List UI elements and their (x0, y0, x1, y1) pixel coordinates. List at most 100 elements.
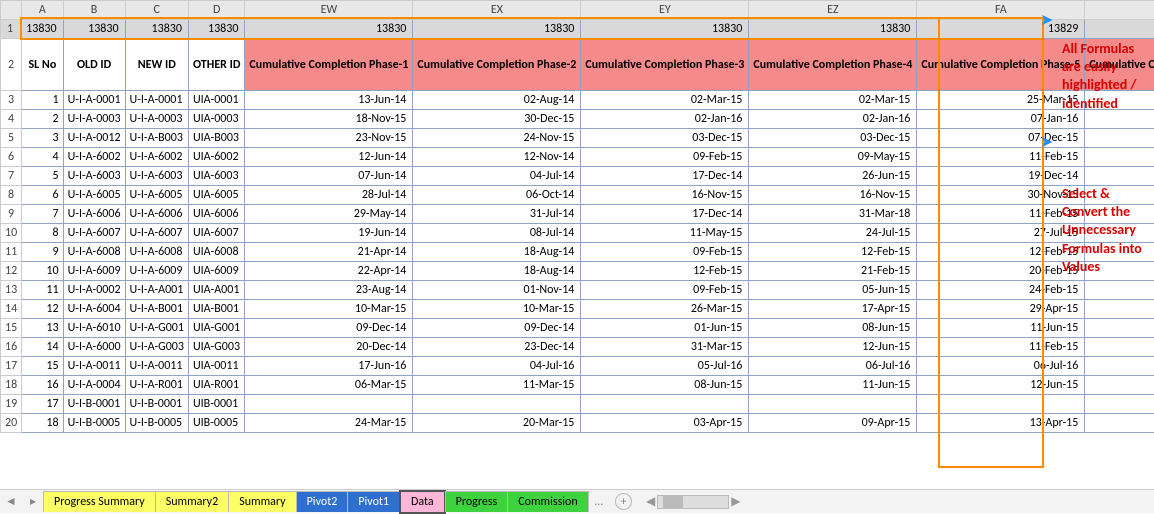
row-header-13[interactable]: 13 (1, 281, 22, 300)
cell-15-EX[interactable]: 09-Dec-14 (413, 319, 581, 338)
cell-18-D[interactable]: UIA-R001 (188, 376, 244, 395)
cell-11-EY[interactable]: 09-Feb-15 (581, 243, 749, 262)
cell-15-EY[interactable]: 01-Jun-15 (581, 319, 749, 338)
cell-6-C[interactable]: U-I-A-6002 (125, 148, 188, 167)
cell-4-D[interactable]: UIA-0003 (188, 110, 244, 129)
cell-5-FB[interactable]: 03-Dec-15 (1085, 129, 1154, 148)
cell-14-D[interactable]: UIA-B001 (188, 300, 244, 319)
cell-12-EW[interactable]: 22-Apr-14 (245, 262, 413, 281)
cell-5-D[interactable]: UIA-B003 (188, 129, 244, 148)
cell-10-B[interactable]: U-I-A-6007 (63, 224, 125, 243)
cell-12-EZ[interactable]: 21-Feb-15 (749, 262, 917, 281)
cell-18-B[interactable]: U-I-A-0004 (63, 376, 125, 395)
cell-12-D[interactable]: UIA-6009 (188, 262, 244, 281)
cell-6-FA[interactable]: 11-Feb-15 (917, 148, 1085, 167)
cell-12-A[interactable]: 10 (22, 262, 63, 281)
col-header-A[interactable]: A (22, 1, 63, 20)
cell-7-D[interactable]: UIA-6003 (188, 167, 244, 186)
cell-11-C[interactable]: U-I-A-6008 (125, 243, 188, 262)
row-header-3[interactable]: 3 (1, 91, 22, 110)
cell-5-EY[interactable]: 03-Dec-15 (581, 129, 749, 148)
col-header-C[interactable]: C (125, 1, 188, 20)
cell-1-B[interactable]: 13830 (63, 20, 125, 39)
cell-10-A[interactable]: 8 (22, 224, 63, 243)
cell-18-A[interactable]: 16 (22, 376, 63, 395)
tab-progress[interactable]: Progress (445, 491, 509, 512)
row-header-10[interactable]: 10 (1, 224, 22, 243)
row-header-2[interactable]: 2 (1, 39, 22, 91)
cell-19-C[interactable]: U-I-B-0001 (125, 395, 188, 414)
cell-16-FA[interactable]: 11-Feb-15 (917, 338, 1085, 357)
cell-1-EZ[interactable]: 13830 (749, 20, 917, 39)
cell-3-EW[interactable]: 13-Jun-14 (245, 91, 413, 110)
cell-20-FB[interactable]: 13-Apr-15 (1085, 414, 1154, 433)
row-header-4[interactable]: 4 (1, 110, 22, 129)
cell-1-EW[interactable]: 13830 (245, 20, 413, 39)
horizontal-scrollbar[interactable]: ◀ ▶ (646, 494, 740, 509)
scroll-left-icon[interactable]: ◀ (646, 494, 655, 509)
cell-6-EY[interactable]: 09-Feb-15 (581, 148, 749, 167)
cell-14-B[interactable]: U-I-A-6004 (63, 300, 125, 319)
tab-nav-prev[interactable]: ▸ (22, 494, 44, 509)
cell-9-EX[interactable]: 31-Jul-14 (413, 205, 581, 224)
row-header-5[interactable]: 5 (1, 129, 22, 148)
cell-19-A[interactable]: 17 (22, 395, 63, 414)
cell-3-B[interactable]: U-I-A-0001 (63, 91, 125, 110)
cell-3-FA[interactable]: 25-Mar-15 (917, 91, 1085, 110)
tab-data-active[interactable]: Data (399, 490, 446, 514)
scroll-right-icon[interactable]: ▶ (731, 494, 740, 509)
cell-16-D[interactable]: UIA-G003 (188, 338, 244, 357)
cell-6-EX[interactable]: 12-Nov-14 (413, 148, 581, 167)
cell-12-B[interactable]: U-I-A-6009 (63, 262, 125, 281)
cell-8-FA[interactable]: 30-Nov-15 (917, 186, 1085, 205)
cell-7-FB[interactable]: 26-Jun-15 (1085, 167, 1154, 186)
row-header-6[interactable]: 6 (1, 148, 22, 167)
cell-20-D[interactable]: UIB-0005 (188, 414, 244, 433)
cell-18-C[interactable]: U-I-A-R001 (125, 376, 188, 395)
cell-12-EX[interactable]: 18-Aug-14 (413, 262, 581, 281)
cell-5-EX[interactable]: 24-Nov-15 (413, 129, 581, 148)
cell-14-EZ[interactable]: 17-Apr-15 (749, 300, 917, 319)
cell-7-FA[interactable]: 19-Dec-14 (917, 167, 1085, 186)
cell-12-EY[interactable]: 12-Feb-15 (581, 262, 749, 281)
cell-1-FA[interactable]: 13829 (917, 20, 1085, 39)
cell-11-EX[interactable]: 18-Aug-14 (413, 243, 581, 262)
col-header-EX[interactable]: EX (413, 1, 581, 20)
tab-pivot1[interactable]: Pivot1 (347, 491, 400, 512)
cell-16-EX[interactable]: 23-Dec-14 (413, 338, 581, 357)
cell-8-D[interactable]: UIA-6005 (188, 186, 244, 205)
cell-15-EW[interactable]: 09-Dec-14 (245, 319, 413, 338)
tabs-more[interactable]: … (589, 495, 609, 509)
cell-18-FB[interactable]: 22-Jun-15 (1085, 376, 1154, 395)
cell-17-EZ[interactable]: 06-Jul-16 (749, 357, 917, 376)
cell-6-D[interactable]: UIA-6002 (188, 148, 244, 167)
cell-11-FA[interactable]: 12-Feb-15 (917, 243, 1085, 262)
cell-20-EZ[interactable]: 09-Apr-15 (749, 414, 917, 433)
cell-13-EW[interactable]: 23-Aug-14 (245, 281, 413, 300)
cell-17-C[interactable]: U-I-A-0011 (125, 357, 188, 376)
cell-4-EW[interactable]: 18-Nov-15 (245, 110, 413, 129)
cell-9-B[interactable]: U-I-A-6006 (63, 205, 125, 224)
col-header-EW[interactable]: EW (245, 1, 413, 20)
cell-14-EY[interactable]: 26-Mar-15 (581, 300, 749, 319)
cell-19-FB[interactable] (1085, 395, 1154, 414)
row-header-17[interactable]: 17 (1, 357, 22, 376)
cell-7-EY[interactable]: 17-Dec-14 (581, 167, 749, 186)
cell-10-EX[interactable]: 08-Jul-14 (413, 224, 581, 243)
cell-14-FB[interactable]: 18-Apr-15 (1085, 300, 1154, 319)
cell-7-EW[interactable]: 07-Jun-14 (245, 167, 413, 186)
cell-18-EW[interactable]: 06-Mar-15 (245, 376, 413, 395)
cell-13-FB[interactable]: 23-Feb-15 (1085, 281, 1154, 300)
tab-progress-summary[interactable]: Progress Summary (43, 491, 156, 512)
cell-20-EW[interactable]: 24-Mar-15 (245, 414, 413, 433)
cell-17-A[interactable]: 15 (22, 357, 63, 376)
cell-3-C[interactable]: U-I-A-0001 (125, 91, 188, 110)
cell-4-FA[interactable]: 07-Jan-16 (917, 110, 1085, 129)
cell-15-B[interactable]: U-I-A-6010 (63, 319, 125, 338)
row-header-18[interactable]: 18 (1, 376, 22, 395)
cell-20-FA[interactable]: 13-Apr-15 (917, 414, 1085, 433)
cell-10-EY[interactable]: 11-May-15 (581, 224, 749, 243)
header-p5[interactable]: Cumulative Completion Phase-5 (917, 39, 1085, 91)
cell-1-C[interactable]: 13830 (125, 20, 188, 39)
cell-7-C[interactable]: U-I-A-6003 (125, 167, 188, 186)
